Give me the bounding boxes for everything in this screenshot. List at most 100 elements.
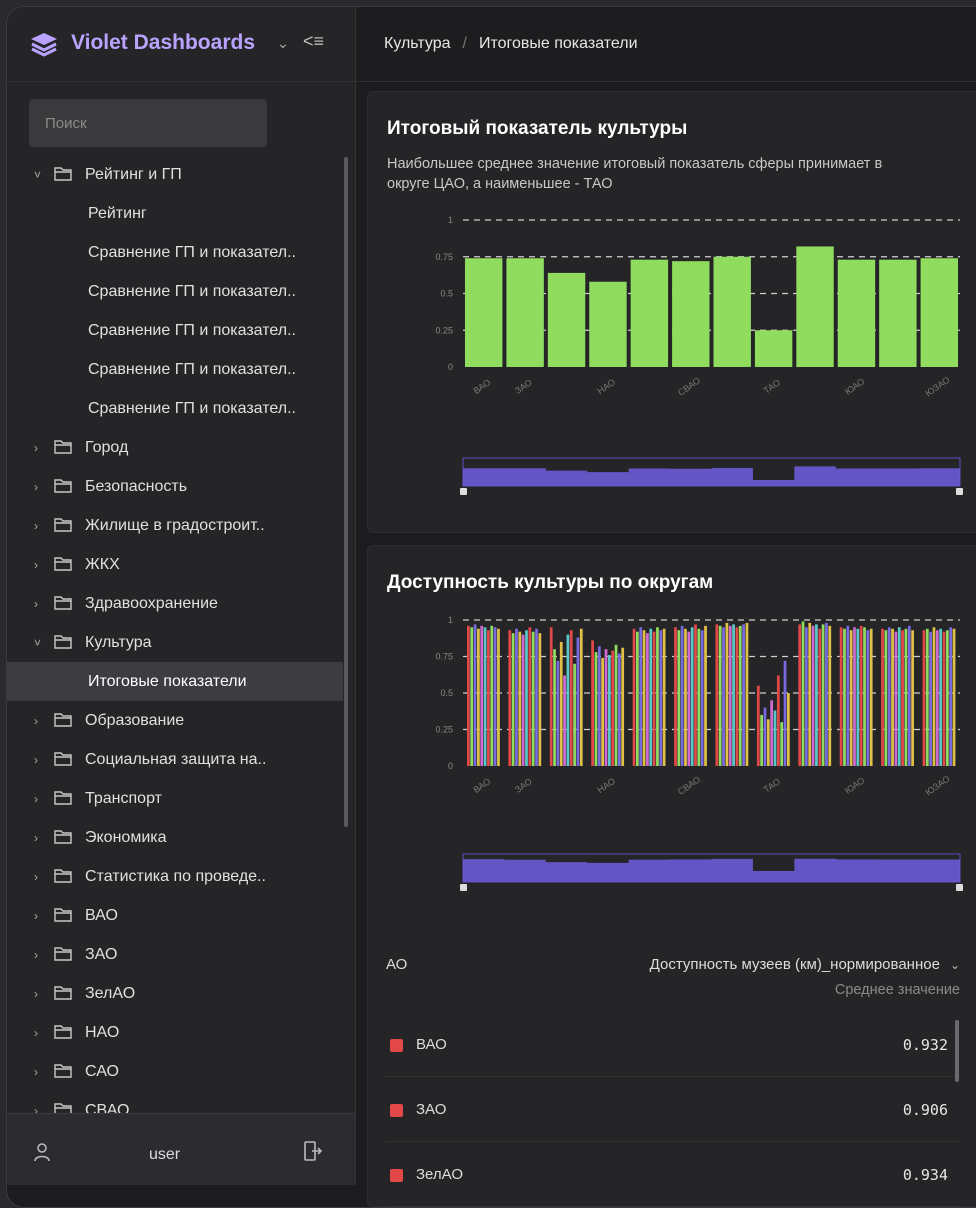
- chevron-right-icon[interactable]: ›: [34, 558, 46, 572]
- chart-bar: [511, 633, 515, 766]
- chart-bar: [521, 634, 525, 766]
- chevron-right-icon[interactable]: ›: [34, 597, 46, 611]
- chevron-right-icon[interactable]: ›: [34, 753, 46, 767]
- user-bar: user: [7, 1113, 355, 1185]
- chart-bar: [473, 624, 477, 766]
- x-tick-label: ВАО: [472, 377, 493, 396]
- chart-bar: [866, 630, 870, 766]
- brush-handle-left[interactable]: [460, 488, 467, 495]
- chevron-right-icon[interactable]: ›: [34, 792, 46, 806]
- sidebar-folder[interactable]: ˅ Культура: [7, 623, 343, 662]
- sidebar-folder[interactable]: › Здравоохранение: [7, 584, 343, 623]
- chart-bar: [808, 622, 812, 766]
- sidebar-folder[interactable]: › Безопасность: [7, 467, 343, 506]
- chevron-down-icon[interactable]: ˅: [34, 168, 46, 182]
- sidebar-item[interactable]: Сравнение ГП и показател..: [7, 233, 343, 272]
- chart-bar: [884, 630, 888, 766]
- list-item-name: ЗАО: [416, 1101, 447, 1118]
- folder-icon: [54, 167, 72, 181]
- metric-select[interactable]: Доступность музеев (км)_нормированное ⌄: [650, 956, 960, 973]
- chevron-right-icon[interactable]: ›: [34, 519, 46, 533]
- sidebar-item-label: Рейтинг и ГП: [85, 165, 182, 183]
- sidebar-item[interactable]: Сравнение ГП и показател..: [7, 350, 343, 389]
- sidebar-folder[interactable]: › ЗАО: [7, 935, 343, 974]
- sidebar-folder[interactable]: › Транспорт: [7, 779, 343, 818]
- sidebar-item[interactable]: Сравнение ГП и показател..: [7, 311, 343, 350]
- sidebar-folder[interactable]: › Образование: [7, 701, 343, 740]
- sidebar-item[interactable]: Итоговые показатели: [7, 662, 343, 701]
- availability-bar-chart[interactable]: 0 0.25 0.5 0.75 1 ВАО ЗАО НАО СВАО ТАО ЮАО ЮЗАО: [368, 608, 968, 908]
- y-tick-label: 0.5: [440, 688, 453, 698]
- y-tick-label: 0: [448, 761, 453, 771]
- brush-handle-left[interactable]: [460, 884, 467, 891]
- list-item[interactable]: ЗАО 0.906: [386, 1077, 960, 1142]
- chevron-right-icon[interactable]: ›: [34, 480, 46, 494]
- chart-bar: [549, 627, 553, 766]
- brand-chevron-down-icon[interactable]: ⌄: [277, 35, 289, 52]
- chart-bar: [538, 633, 542, 766]
- chart-bar: [589, 281, 627, 367]
- chart-bar: [932, 627, 936, 766]
- chart-bar: [515, 628, 518, 766]
- collapse-sidebar-icon[interactable]: <≡: [303, 31, 324, 52]
- chart-bar: [718, 625, 722, 766]
- breadcrumb-section[interactable]: Культура: [384, 35, 451, 52]
- chart-bar: [642, 630, 646, 766]
- chart-bar: [738, 625, 742, 766]
- sidebar-item-label: Безопасность: [85, 477, 188, 495]
- chevron-right-icon[interactable]: ›: [34, 909, 46, 923]
- sidebar-folder[interactable]: › Экономика: [7, 818, 343, 857]
- logout-icon[interactable]: [303, 1140, 323, 1162]
- chart-bar: [732, 624, 735, 766]
- sidebar-item[interactable]: Рейтинг: [7, 194, 343, 233]
- chart-bar: [604, 649, 608, 766]
- sidebar-folder[interactable]: › ЖКХ: [7, 545, 343, 584]
- sidebar-folder[interactable]: › Жилище в градостроит..: [7, 506, 343, 545]
- chevron-right-icon[interactable]: ›: [34, 1065, 46, 1079]
- chart-bar: [907, 625, 911, 766]
- sidebar-folder[interactable]: ˅ Рейтинг и ГП: [7, 155, 343, 194]
- summary-bar-chart[interactable]: 0 0.25 0.5 0.75 1 ВАО ЗАО НАО СВАО ТАО ЮАО ЮЗАО: [368, 202, 968, 512]
- chevron-right-icon[interactable]: ›: [34, 441, 46, 455]
- chart-bar: [760, 714, 763, 766]
- legend-swatch: [390, 1169, 403, 1182]
- list-item[interactable]: ЗелАО 0.934: [386, 1142, 960, 1207]
- chart-bar: [891, 628, 894, 766]
- chart-bar: [911, 630, 914, 766]
- sidebar-item[interactable]: Сравнение ГП и показател..: [7, 389, 343, 428]
- chevron-right-icon[interactable]: ›: [34, 987, 46, 1001]
- list-scrollbar[interactable]: [955, 1020, 959, 1082]
- chart-bar: [815, 624, 818, 766]
- chevron-right-icon[interactable]: ›: [34, 831, 46, 845]
- chevron-right-icon[interactable]: ›: [34, 870, 46, 884]
- legend-swatch: [390, 1104, 403, 1117]
- chevron-right-icon[interactable]: ›: [34, 948, 46, 962]
- sidebar-item[interactable]: Сравнение ГП и показател..: [7, 272, 343, 311]
- sidebar-folder[interactable]: › ВАО: [7, 896, 343, 935]
- sidebar-folder[interactable]: › Город: [7, 428, 343, 467]
- search-input[interactable]: [29, 99, 267, 147]
- chart-bar: [690, 627, 694, 766]
- chevron-down-icon[interactable]: ˅: [34, 636, 46, 650]
- user-name[interactable]: user: [149, 1146, 180, 1164]
- sidebar-folder[interactable]: › САО: [7, 1052, 343, 1091]
- chart-bar: [783, 660, 787, 766]
- brush-handle-right[interactable]: [956, 488, 963, 495]
- chart-bar: [770, 700, 774, 766]
- chevron-right-icon[interactable]: ›: [34, 1026, 46, 1040]
- folder-icon: [54, 830, 72, 844]
- list-item[interactable]: ВАО 0.932: [386, 1012, 960, 1077]
- list-item-value: 0.906: [902, 1101, 948, 1119]
- chart-bar: [518, 631, 522, 766]
- chart-bar: [725, 622, 729, 766]
- sidebar-scrollbar[interactable]: [344, 157, 348, 827]
- sidebar-folder[interactable]: › НАО: [7, 1013, 343, 1052]
- brush-handle-right[interactable]: [956, 884, 963, 891]
- chevron-right-icon[interactable]: ›: [34, 714, 46, 728]
- chart-bar: [656, 627, 659, 766]
- chart-bar: [742, 624, 745, 766]
- sidebar-folder[interactable]: › Статистика по проведе..: [7, 857, 343, 896]
- sidebar-folder[interactable]: › Социальная защита на..: [7, 740, 343, 779]
- sidebar-folder[interactable]: › ЗелАО: [7, 974, 343, 1013]
- x-tick-label: ВАО: [472, 776, 493, 795]
